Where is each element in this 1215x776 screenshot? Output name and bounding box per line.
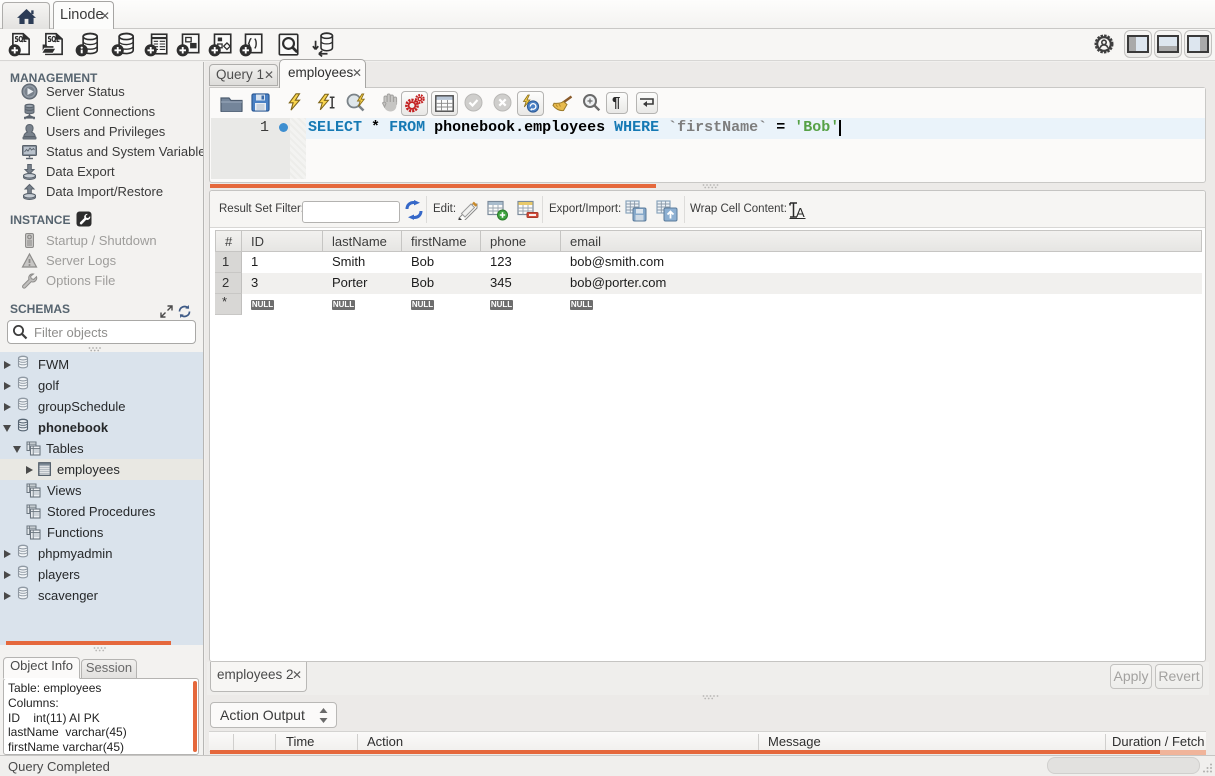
svg-text:A: A [796, 205, 805, 219]
